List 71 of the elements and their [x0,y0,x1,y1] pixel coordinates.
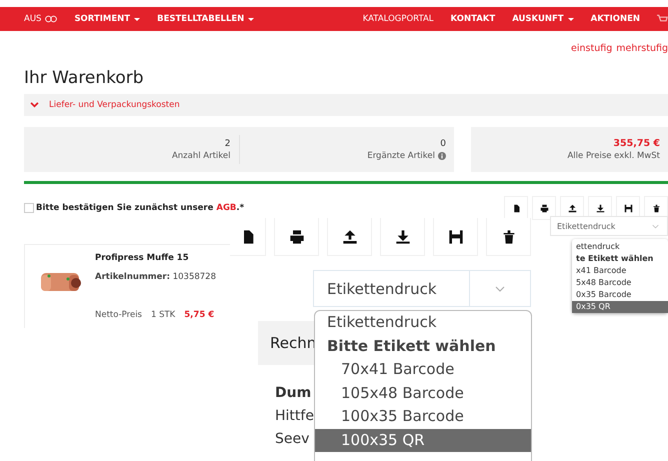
document-button[interactable] [504,196,528,220]
summary-value: 2 [224,138,230,148]
dropdown-option[interactable]: ettendruck [572,241,668,253]
product-name[interactable]: Profipress Muffe 15 [95,253,216,263]
upload-icon [568,204,576,212]
agb-checkbox[interactable] [24,203,34,213]
upload-icon [342,228,358,244]
print-icon [540,204,548,212]
nav-link[interactable]: AUSKUNFT [512,14,574,24]
dropdown-option[interactable]: 0x35 Barcode [572,289,668,301]
upload-button[interactable] [327,218,372,256]
address-name: Dum [275,384,312,403]
total-label: Alle Preise exkl. MwSt [567,151,660,161]
print-button[interactable] [274,218,319,256]
dropdown-option[interactable]: te Etikett wählen [572,253,668,265]
chevron-icon [30,102,39,108]
section-title: Rechn [270,334,316,352]
view-link[interactable]: mehrstufig [616,43,668,54]
document-icon [512,204,520,212]
summary-value: 0 [440,138,446,148]
dropdown-option[interactable]: x41 Barcode [572,265,668,277]
download-icon [394,228,410,244]
delete-button[interactable] [486,218,531,256]
nav-link[interactable]: BESTELLTABELLEN [157,14,254,24]
save-button[interactable] [433,218,478,256]
dropdown-option[interactable]: 5x48 Barcode [572,277,668,289]
save-icon [624,204,632,212]
dropdown-option[interactable]: 105x48 Barcode [315,382,531,405]
dropdown-option[interactable]: 100x35 QR [315,428,531,452]
download-button[interactable] [380,218,425,256]
cart-icon[interactable] [657,14,668,24]
delete-icon [652,204,660,212]
dropdown-option[interactable]: 0x35 QR [572,301,668,313]
agb-text: Bitte bestätigen Sie zunächst unsere AGB.* [36,203,244,213]
save-icon [448,228,464,244]
summary-label: Anzahl Artikel [172,150,230,160]
nav-link[interactable]: KATALOGPORTAL [362,14,434,24]
delete-icon [500,228,516,244]
dropdown-option[interactable]: Bitte Etikett wählen [315,334,531,358]
nav-link[interactable]: KONTAKT [450,14,496,24]
caret-icon [568,18,574,20]
dropdown-option[interactable]: 70x41 Barcode [315,358,531,382]
download-icon [596,204,604,212]
summary-label: Ergänzte Artikel [367,150,435,160]
chevron-icon [495,286,505,292]
toggle-icon [45,15,58,23]
print-icon [288,228,304,244]
price-label: Netto-Preis [95,310,142,320]
label-select[interactable]: Etikettendruck [550,216,668,236]
page-title: Ihr Warenkorb [24,67,145,89]
total-price: 355,75 € [613,138,660,149]
view-link[interactable]: einstufig [571,43,612,54]
article-number-label: Artikelnummer: [95,272,170,282]
print-button[interactable] [532,196,556,220]
dropdown-option[interactable]: Etikettendruck [315,311,531,334]
nav-link[interactable]: AKTIONEN [590,14,640,24]
address-line: Seev [275,430,310,449]
quantity: 1 STK [150,310,176,320]
dropdown-option[interactable]: 100x35 Barcode [315,405,531,428]
agb-link[interactable]: AGB [216,203,236,213]
accordion-header[interactable]: Liefer- und Verpackungskosten [24,94,668,116]
chevron-icon [652,224,659,228]
product-price: 5,75 € [184,310,214,320]
nav-link[interactable]: AUS [24,14,58,24]
address-line: Hittfe [275,407,314,426]
label-select[interactable]: Etikettendruck [313,270,531,307]
caret-icon [134,18,140,20]
info-icon [438,152,446,160]
nav-link[interactable]: SORTIMENT [74,14,140,24]
caret-icon [248,18,254,20]
article-number: 10358728 [172,272,216,282]
